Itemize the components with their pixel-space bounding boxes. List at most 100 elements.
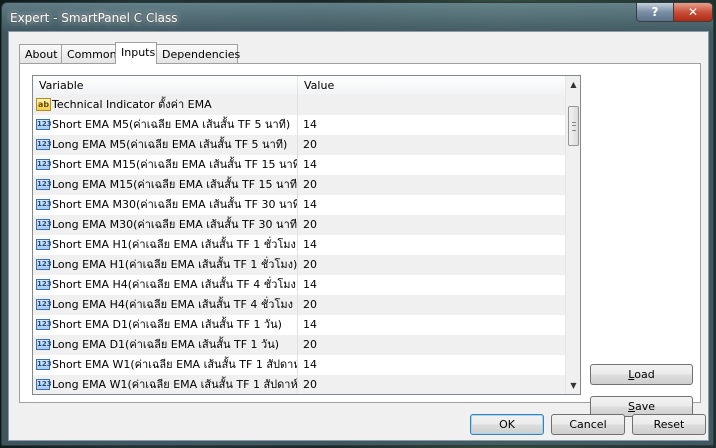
tab-inputs[interactable]: Inputs	[115, 42, 157, 64]
table-row[interactable]: 123 Short EMA W1(ค่าเฉลีย EMA เส้นสั้น TF…	[33, 355, 565, 375]
variable-name: Long EMA M5(ค่าเฉลีย EMA เส้นสั้น TF 5 น…	[52, 138, 288, 151]
column-header-variable[interactable]: Variable	[33, 76, 298, 95]
integer-type-icon: 123	[36, 319, 52, 330]
integer-type-icon: 123	[36, 339, 52, 350]
table-row[interactable]: 123 Long EMA H4(ค่าเฉลีย EMA เส้นสั้น TF …	[33, 295, 565, 315]
variable-name: Short EMA H4(ค่าเฉลีย EMA เส้นสั้น TF 4 …	[52, 278, 298, 291]
variable-name: Short EMA M15(ค่าเฉลีย EMA เส้นสั้น TF 1…	[52, 158, 298, 171]
variable-cell: 123 Long EMA H4(ค่าเฉลีย EMA เส้นสั้น TF …	[33, 295, 298, 315]
scroll-thumb[interactable]	[568, 106, 579, 146]
value-cell[interactable]: 14	[298, 275, 565, 295]
variable-name: Long EMA W1(ค่าเฉลีย EMA เส้นสั้น TF 1 ส…	[52, 378, 298, 391]
variable-cell: 123 Short EMA D1(ค่าเฉลีย EMA เส้นสั้น TF…	[33, 315, 298, 335]
table-row[interactable]: 123 Short EMA M15(ค่าเฉลีย EMA เส้นสั้น T…	[33, 155, 565, 175]
tab-dependencies[interactable]: Dependencies	[156, 44, 240, 63]
variable-cell: 123 Long EMA H1(ค่าเฉลีย EMA เส้นสั้น TF …	[33, 255, 298, 275]
load-button-label: oad	[634, 368, 655, 381]
variable-cell: 123 Long EMA M15(ค่าเฉลีย EMA เส้นสั้น TF…	[33, 175, 298, 195]
vertical-scrollbar[interactable]: ▲ ▼	[565, 76, 580, 394]
table-row[interactable]: 123 Short EMA D1(ค่าเฉลีย EMA เส้นสั้น TF…	[33, 315, 565, 335]
help-button[interactable]: ?	[636, 3, 674, 22]
variable-name: Short EMA M5(ค่าเฉลีย EMA เส้นสั้น TF 5 …	[52, 118, 291, 131]
value-cell[interactable]: 20	[298, 335, 565, 355]
tab-common[interactable]: Common	[61, 44, 117, 63]
table-row[interactable]: 123 Long EMA H1(ค่าเฉลีย EMA เส้นสั้น TF …	[33, 255, 565, 275]
variable-name: Long EMA D1(ค่าเฉลีย EMA เส้นสั้น TF 1 ว…	[52, 338, 280, 351]
table-row[interactable]: 123 Short EMA H4(ค่าเฉลีย EMA เส้นสั้น TF…	[33, 275, 565, 295]
variable-name: Short EMA M30(ค่าเฉลีย EMA เส้นสั้น TF 3…	[52, 198, 298, 211]
integer-type-icon: 123	[36, 199, 52, 210]
close-button[interactable]: ✕	[673, 3, 713, 22]
variable-name: Short EMA H1(ค่าเฉลีย EMA เส้นสั้น TF 1 …	[52, 238, 298, 251]
grid-header: Variable Value	[33, 76, 565, 96]
variable-cell: 123 Short EMA H1(ค่าเฉลีย EMA เส้นสั้น TF…	[33, 235, 298, 255]
integer-type-icon: 123	[36, 119, 52, 130]
variable-name: Long EMA H4(ค่าเฉลีย EMA เส้นสั้น TF 4 ช…	[52, 298, 294, 311]
value-cell[interactable]: 20	[298, 135, 565, 155]
inputs-grid: Variable Value ab Technical Indicator ตั้…	[32, 75, 581, 395]
dialog-body: About Common Inputs Dependencies Variabl…	[8, 31, 709, 441]
value-cell[interactable]: 14	[298, 155, 565, 175]
variable-cell: 123 Long EMA D1(ค่าเฉลีย EMA เส้นสั้น TF …	[33, 335, 298, 355]
value-cell[interactable]: 14	[298, 355, 565, 375]
value-cell[interactable]: 14	[298, 115, 565, 135]
value-cell[interactable]: 20	[298, 175, 565, 195]
table-row[interactable]: ab Technical Indicator ตั้งค่า EMA	[33, 95, 565, 115]
ok-button[interactable]: OK	[470, 414, 544, 435]
load-button[interactable]: Load	[590, 364, 693, 385]
variable-cell: 123 Long EMA M30(ค่าเฉลีย EMA เส้นสั้น TF…	[33, 215, 298, 235]
integer-type-icon: 123	[36, 179, 52, 190]
variable-cell: 123 Long EMA W1(ค่าเฉลีย EMA เส้นสั้น TF …	[33, 375, 298, 394]
variable-name: Short EMA D1(ค่าเฉลีย EMA เส้นสั้น TF 1 …	[52, 318, 282, 331]
column-header-value[interactable]: Value	[298, 76, 565, 95]
integer-type-icon: 123	[36, 159, 52, 170]
variable-name: Long EMA M30(ค่าเฉลีย EMA เส้นสั้น TF 30…	[52, 218, 297, 231]
variable-cell: ab Technical Indicator ตั้งค่า EMA	[33, 95, 298, 115]
variable-name: Technical Indicator ตั้งค่า EMA	[52, 98, 212, 111]
integer-type-icon: 123	[36, 239, 52, 250]
value-cell[interactable]: 14	[298, 315, 565, 335]
value-cell[interactable]: 20	[298, 215, 565, 235]
save-button-accelerator: S	[627, 400, 635, 413]
integer-type-icon: 123	[36, 379, 52, 390]
integer-type-icon: 123	[36, 259, 52, 270]
variable-name: Long EMA H1(ค่าเฉลีย EMA เส้นสั้น TF 1 ช…	[52, 258, 298, 271]
value-cell[interactable]	[298, 95, 565, 115]
save-button-label: ave	[634, 400, 655, 413]
integer-type-icon: 123	[36, 299, 52, 310]
variable-cell: 123 Short EMA M5(ค่าเฉลีย EMA เส้นสั้น TF…	[33, 115, 298, 135]
table-row[interactable]: 123 Long EMA W1(ค่าเฉลีย EMA เส้นสั้น TF …	[33, 375, 565, 394]
scroll-up-arrow-icon[interactable]: ▲	[566, 76, 580, 93]
tab-about[interactable]: About	[19, 44, 62, 63]
value-cell[interactable]: 20	[298, 295, 565, 315]
table-row[interactable]: 123 Long EMA D1(ค่าเฉลีย EMA เส้นสั้น TF …	[33, 335, 565, 355]
integer-type-icon: 123	[36, 279, 52, 290]
reset-button[interactable]: Reset	[632, 414, 706, 435]
variable-cell: 123 Short EMA H4(ค่าเฉลีย EMA เส้นสั้น TF…	[33, 275, 298, 295]
value-cell[interactable]: 14	[298, 235, 565, 255]
variable-cell: 123 Short EMA M30(ค่าเฉลีย EMA เส้นสั้น T…	[33, 195, 298, 215]
grid-rows: ab Technical Indicator ตั้งค่า EMA 123 Shor…	[33, 95, 565, 394]
window-title: Expert - SmartPanel C Class	[10, 11, 178, 25]
variable-name: Long EMA M15(ค่าเฉลีย EMA เส้นสั้น TF 15…	[52, 178, 297, 191]
variable-cell: 123 Long EMA M5(ค่าเฉลีย EMA เส้นสั้น TF …	[33, 135, 298, 155]
string-type-icon: ab	[36, 98, 51, 111]
value-cell[interactable]: 14	[298, 195, 565, 215]
table-row[interactable]: 123 Short EMA H1(ค่าเฉลีย EMA เส้นสั้น TF…	[33, 235, 565, 255]
variable-cell: 123 Short EMA W1(ค่าเฉลีย EMA เส้นสั้น TF…	[33, 355, 298, 375]
integer-type-icon: 123	[36, 359, 52, 370]
table-row[interactable]: 123 Long EMA M30(ค่าเฉลีย EMA เส้นสั้น TF…	[33, 215, 565, 235]
value-cell[interactable]: 20	[298, 255, 565, 275]
integer-type-icon: 123	[36, 139, 52, 150]
scroll-down-arrow-icon[interactable]: ▼	[566, 377, 580, 394]
variable-name: Short EMA W1(ค่าเฉลีย EMA เส้นสั้น TF 1 …	[52, 358, 298, 371]
table-row[interactable]: 123 Long EMA M15(ค่าเฉลีย EMA เส้นสั้น TF…	[33, 175, 565, 195]
cancel-button[interactable]: Cancel	[551, 414, 625, 435]
value-cell[interactable]: 20	[298, 375, 565, 394]
table-row[interactable]: 123 Short EMA M5(ค่าเฉลีย EMA เส้นสั้น TF…	[33, 115, 565, 135]
table-row[interactable]: 123 Long EMA M5(ค่าเฉลีย EMA เส้นสั้น TF …	[33, 135, 565, 155]
expert-dialog: Expert - SmartPanel C Class ? ✕ About Co…	[1, 2, 714, 446]
title-bar[interactable]: Expert - SmartPanel C Class ? ✕	[2, 3, 713, 31]
integer-type-icon: 123	[36, 219, 52, 230]
table-row[interactable]: 123 Short EMA M30(ค่าเฉลีย EMA เส้นสั้น T…	[33, 195, 565, 215]
